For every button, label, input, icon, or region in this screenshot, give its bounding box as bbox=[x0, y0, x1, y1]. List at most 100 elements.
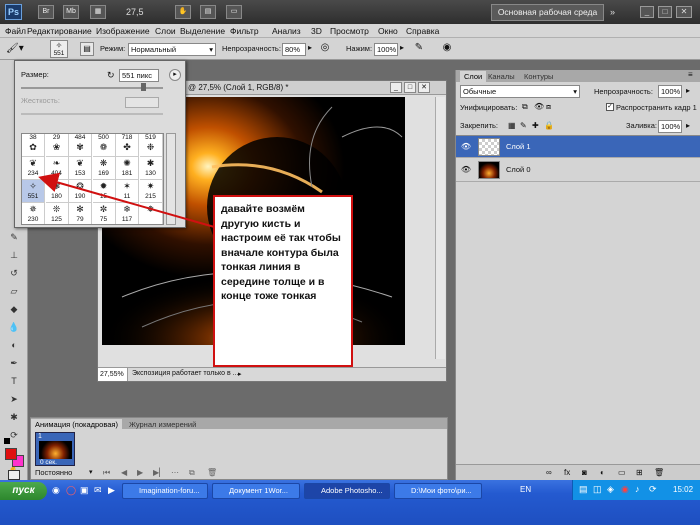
tray-volume-icon[interactable]: ♪ bbox=[635, 484, 640, 494]
brush-preset-cell[interactable]: 718 ✤ bbox=[116, 134, 139, 157]
layer-style-icon[interactable]: fx bbox=[564, 468, 570, 477]
lock-all-icon[interactable]: 🔒 bbox=[544, 121, 554, 130]
menu-filter[interactable]: Фильтр bbox=[230, 25, 259, 37]
fill-input[interactable]: 100% bbox=[658, 120, 682, 133]
layer-name[interactable]: Слой 1 bbox=[506, 142, 531, 151]
brush-preset-cell[interactable]: ❅ bbox=[140, 203, 163, 224]
tablet-opacity-icon[interactable]: ◎ bbox=[318, 42, 332, 56]
tray-shield-icon[interactable]: ◈ bbox=[607, 484, 614, 495]
size-input[interactable]: 551 пикс bbox=[119, 69, 159, 82]
layer-row-0[interactable]: 👁 Слой 0 bbox=[456, 159, 700, 182]
brush-preset-cell[interactable]: 484 ✾ bbox=[69, 134, 92, 157]
airbrush-icon[interactable]: ✎ bbox=[412, 42, 426, 56]
doc-close-icon[interactable]: ✕ bbox=[418, 82, 430, 93]
minimize-icon[interactable]: _ bbox=[640, 6, 654, 18]
unify-position-icon[interactable]: ⧉ bbox=[522, 102, 528, 112]
menu-3d[interactable]: 3D bbox=[311, 25, 322, 37]
tab-channels[interactable]: Каналы bbox=[484, 71, 519, 82]
menu-window[interactable]: Окно bbox=[378, 25, 398, 37]
brush-preset-cell[interactable]: 500 ❁ bbox=[92, 134, 116, 157]
brush-preset-cell[interactable]: 519 ❉ bbox=[139, 134, 163, 157]
doc-restore-icon[interactable]: □ bbox=[404, 82, 416, 93]
tray-ps-icon[interactable]: ▤ bbox=[579, 484, 588, 495]
layer-opacity-input[interactable]: 100% bbox=[658, 85, 682, 98]
tab-animation[interactable]: Анимация (покадровая) bbox=[31, 419, 122, 430]
dodge-tool-icon[interactable]: ◐ bbox=[7, 338, 21, 352]
brush-preset-cell[interactable]: ❊ 125 bbox=[46, 203, 69, 224]
language-indicator[interactable]: EN bbox=[520, 485, 531, 494]
zoom-level[interactable]: 27,5 bbox=[126, 5, 144, 19]
taskbar-item-photoshop[interactable]: Adobe Photosho... bbox=[304, 483, 390, 499]
loop-chevron-icon[interactable]: ▾ bbox=[89, 468, 93, 476]
brush-preset-cell[interactable]: ✼ 75 bbox=[93, 203, 116, 224]
layer-row-1[interactable]: 👁 Слой 1 bbox=[456, 135, 700, 158]
default-colors-icon[interactable] bbox=[4, 438, 10, 444]
tab-paths[interactable]: Контуры bbox=[520, 71, 557, 82]
brush-preset-cell[interactable]: 38 ✿ bbox=[22, 134, 45, 157]
brush-preset-cell[interactable]: ✻ 79 bbox=[69, 203, 92, 224]
brush-panel-toggle-icon[interactable]: ▤ bbox=[80, 42, 94, 56]
brush-preset-cell[interactable]: ❃ 180 bbox=[45, 180, 69, 203]
animation-frame-1[interactable]: 1 0 сек. bbox=[35, 432, 75, 466]
lock-position-icon[interactable]: ✚ bbox=[532, 121, 539, 130]
brush-preset-cell[interactable]: ❧ 404 bbox=[45, 157, 69, 180]
preset-scrollbar[interactable] bbox=[166, 133, 176, 225]
new-group-icon[interactable]: ▭ bbox=[618, 468, 626, 477]
menu-layers[interactable]: Слои bbox=[155, 25, 176, 37]
brush-tool-icon[interactable]: ✎ bbox=[7, 230, 21, 244]
tween-icon[interactable]: ⋯ bbox=[171, 468, 179, 477]
screen-mode-icon[interactable]: ▭ bbox=[226, 5, 242, 19]
zoom-status[interactable]: 27,55% bbox=[98, 368, 128, 381]
visibility-eye-icon[interactable]: 👁 bbox=[460, 142, 472, 152]
reset-size-icon[interactable]: ↻ bbox=[107, 70, 115, 81]
type-tool-icon[interactable]: T bbox=[7, 374, 21, 388]
first-frame-icon[interactable]: ⏮ bbox=[103, 468, 110, 478]
menu-select[interactable]: Выделение bbox=[180, 25, 225, 37]
status-arrow-icon[interactable]: ▸ bbox=[238, 370, 242, 378]
menu-analysis[interactable]: Анализ bbox=[272, 25, 301, 37]
lock-transparency-icon[interactable]: ▦ bbox=[508, 121, 516, 130]
quick-mask-icon[interactable] bbox=[8, 470, 20, 480]
menu-edit[interactable]: Редактирование bbox=[27, 25, 92, 37]
new-layer-icon[interactable]: ⊞ bbox=[636, 468, 643, 477]
brush-preset-cell[interactable]: ✵ 230 bbox=[22, 203, 45, 224]
mini-bridge-icon[interactable]: Mb bbox=[63, 5, 79, 19]
delete-layer-icon[interactable]: 🗑 bbox=[654, 468, 664, 477]
quicklaunch-ie-icon[interactable]: ◉ bbox=[52, 485, 60, 496]
mode-select[interactable]: Нормальный ▾ bbox=[128, 43, 216, 56]
brush-tool-preset-icon[interactable]: 🖌▾ bbox=[6, 42, 30, 56]
loop-select[interactable]: Постоянно bbox=[35, 468, 72, 477]
brush-preset-cell[interactable]: ✧ 551 bbox=[22, 180, 45, 203]
brush-preset-cell[interactable]: ✹ 15 bbox=[92, 180, 116, 203]
bridge-icon[interactable]: Br bbox=[38, 5, 54, 19]
visibility-eye-icon[interactable]: 👁 bbox=[460, 165, 472, 175]
paint-bucket-icon[interactable]: ◆ bbox=[7, 302, 21, 316]
workspace-switcher[interactable]: Основная рабочая среда bbox=[491, 4, 604, 21]
vertical-scrollbar[interactable] bbox=[435, 97, 445, 359]
panel-menu-icon[interactable]: ≡ bbox=[688, 70, 693, 79]
hardness-slider-track[interactable] bbox=[21, 113, 163, 115]
start-button[interactable]: пуск bbox=[0, 482, 47, 500]
brush-preset-cell[interactable]: ✶ 11 bbox=[116, 180, 139, 203]
frame-delay[interactable]: 0 сек. bbox=[40, 459, 57, 466]
quicklaunch-media-icon[interactable]: ▶ bbox=[108, 485, 115, 496]
delete-frame-icon[interactable]: 🗑 bbox=[207, 468, 217, 477]
tab-layers[interactable]: Слои bbox=[460, 71, 487, 82]
path-selection-icon[interactable]: ➤ bbox=[7, 392, 21, 406]
brush-preset-cell[interactable]: ❦ 234 bbox=[22, 157, 45, 180]
panel-menu-icon[interactable]: ▸ bbox=[169, 69, 181, 81]
propagate-frame-checkbox[interactable]: ✓ bbox=[606, 103, 614, 111]
blend-mode-select[interactable]: Обычные ▾ bbox=[460, 85, 580, 98]
taskbar-item-folder[interactable]: D:\Мои фото\ри... bbox=[394, 483, 482, 499]
shape-tool-icon[interactable]: ✱ bbox=[7, 410, 21, 424]
view-extras-icon[interactable]: ▦ bbox=[90, 5, 106, 19]
layer-name[interactable]: Слой 0 bbox=[506, 165, 531, 174]
doc-minimize-icon[interactable]: _ bbox=[390, 82, 402, 93]
brush-preset-cell[interactable]: ❄ 117 bbox=[116, 203, 139, 224]
cs-live-icon[interactable]: » bbox=[610, 5, 615, 19]
tab-measurement-log[interactable]: Журнал измерений bbox=[125, 419, 200, 430]
quicklaunch-desktop-icon[interactable]: ▣ bbox=[80, 485, 89, 496]
eraser-icon[interactable]: ▱ bbox=[7, 284, 21, 298]
size-slider-handle[interactable] bbox=[141, 83, 146, 91]
unify-visibility-icon[interactable]: 👁 bbox=[534, 102, 544, 111]
